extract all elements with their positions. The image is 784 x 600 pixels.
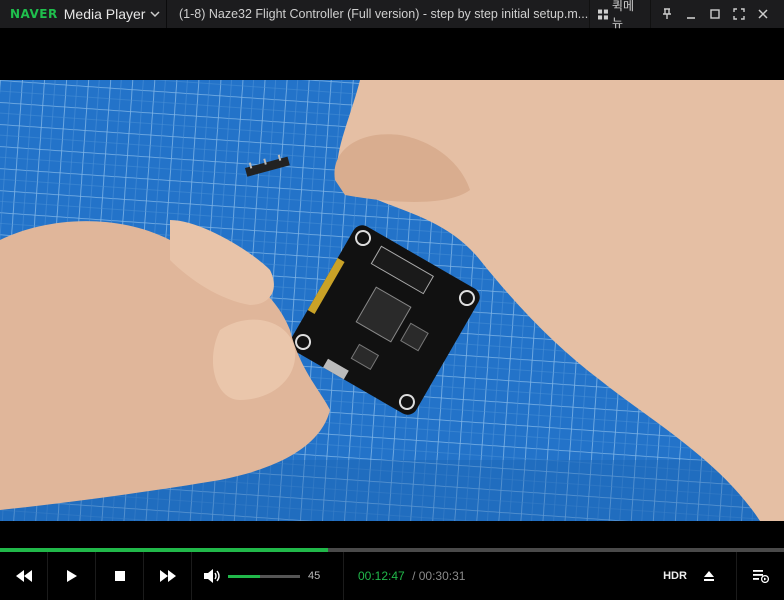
fast-forward-button[interactable]: [144, 552, 192, 600]
playlist-button[interactable]: [736, 552, 784, 600]
pin-button[interactable]: [655, 0, 679, 28]
fullscreen-icon: [733, 8, 745, 20]
volume-slider[interactable]: [228, 574, 300, 578]
control-bar: 45 00:12:47 / 00:30:31 HDR: [0, 552, 784, 600]
volume-icon[interactable]: [204, 569, 222, 583]
maximize-button[interactable]: [703, 0, 727, 28]
play-icon: [66, 570, 77, 582]
chevron-down-icon: [150, 11, 160, 18]
stop-icon: [114, 571, 125, 581]
play-button[interactable]: [48, 552, 96, 600]
current-time: 00:12:47: [358, 569, 405, 583]
quick-menu-label: 퀵메뉴: [611, 0, 635, 30]
minimize-icon: [687, 17, 695, 19]
minimize-button[interactable]: [679, 0, 703, 28]
rewind-button[interactable]: [0, 552, 48, 600]
maximize-icon: [710, 9, 720, 19]
grid-icon: [598, 9, 608, 19]
video-image: [0, 80, 784, 521]
close-icon: [758, 9, 768, 19]
eject-icon: [704, 571, 714, 581]
video-title: (1-8) Naze32 Flight Controller (Full ver…: [179, 7, 589, 21]
title-bar: NAVER Media Player (1-8) Naze32 Flight C…: [0, 0, 784, 30]
time-display: 00:12:47 / 00:30:31: [358, 569, 465, 583]
rewind-icon: [15, 570, 32, 582]
app-menu-button[interactable]: NAVER Media Player: [0, 0, 166, 28]
stop-button[interactable]: [96, 552, 144, 600]
volume-slider-fill: [228, 574, 261, 578]
naver-logo: NAVER: [10, 7, 58, 21]
app-name: Media Player: [63, 6, 146, 22]
playlist-icon: [752, 570, 769, 583]
quick-menu-button[interactable]: 퀵메뉴: [589, 0, 651, 30]
duration: / 00:30:31: [412, 569, 466, 583]
fullscreen-button[interactable]: [727, 0, 751, 28]
fast-forward-icon: [159, 570, 176, 582]
divider: [166, 0, 167, 28]
pin-icon: [663, 8, 671, 19]
video-frame[interactable]: [0, 80, 784, 521]
eject-button[interactable]: [698, 552, 720, 600]
close-button[interactable]: [751, 0, 775, 28]
hdr-button[interactable]: HDR: [652, 552, 698, 600]
volume-value: 45: [308, 570, 321, 582]
volume-control: 45: [192, 552, 344, 600]
